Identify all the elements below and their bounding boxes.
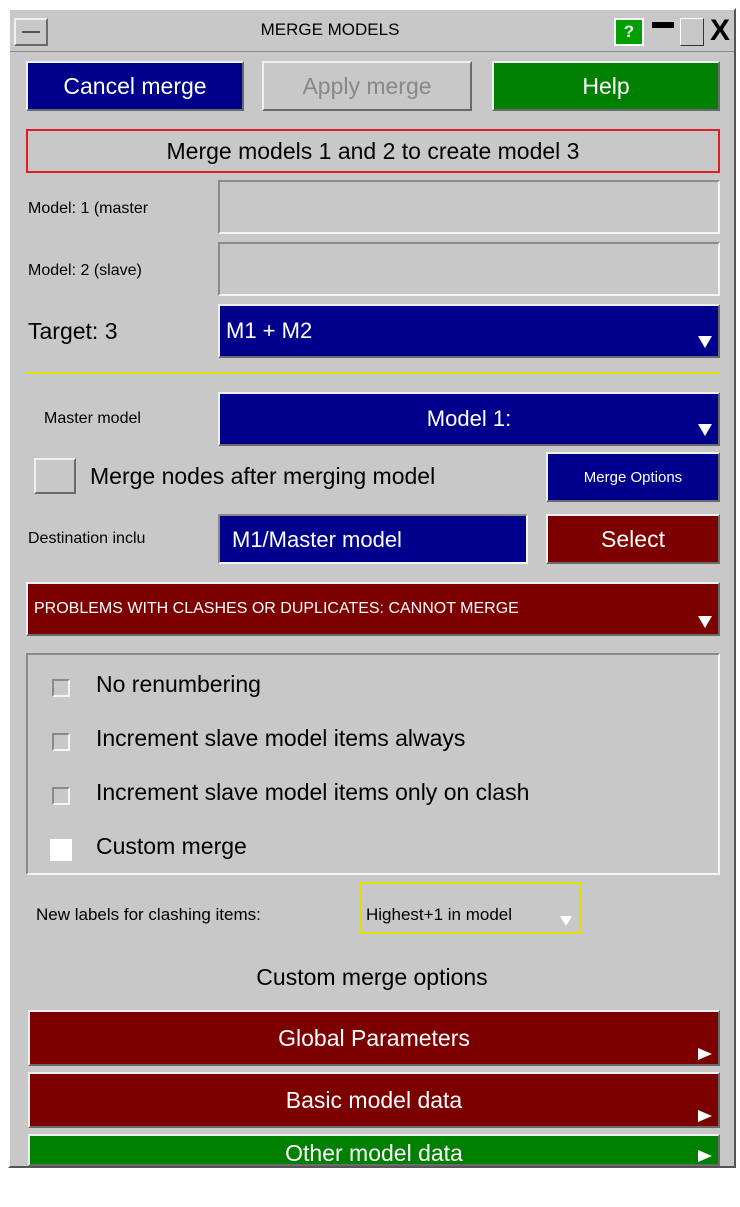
minimize-icon[interactable] (650, 18, 676, 46)
window-menu-button[interactable] (14, 18, 48, 46)
close-icon[interactable]: X (706, 14, 734, 48)
maximize-icon[interactable] (680, 18, 704, 46)
merge-nodes-checkbox[interactable] (34, 458, 76, 494)
global-parameters-button[interactable]: Global Parameters (28, 1010, 720, 1066)
expand-arrow-icon (698, 1110, 712, 1122)
no-renumbering-label: No renumbering (96, 671, 261, 697)
status-message: Merge models 1 and 2 to create model 3 (26, 129, 720, 173)
master-model-value: Model 1: (426, 406, 512, 431)
global-parameters-label: Global Parameters (278, 1025, 470, 1051)
master-model-dropdown[interactable]: Model 1: (218, 392, 720, 446)
window-menu-icon (22, 31, 40, 33)
basic-model-data-button[interactable]: Basic model data (28, 1072, 720, 1128)
custom-merge-label: Custom merge (96, 833, 247, 859)
clash-labels-dropdown[interactable]: Highest+1 in model (360, 882, 582, 934)
increment-always-checkbox[interactable] (52, 733, 70, 751)
target-dropdown[interactable]: M1 + M2 (218, 304, 720, 358)
clash-labels-value: Highest+1 in model (366, 905, 513, 924)
section-divider (26, 372, 720, 374)
other-model-data-label: Other model data (285, 1140, 463, 1166)
model-2-field[interactable] (218, 242, 720, 296)
custom-merge-checkbox[interactable] (50, 839, 72, 861)
increment-always-label: Increment slave model items always (96, 725, 466, 751)
help-button[interactable]: Help (492, 61, 720, 111)
merge-models-window: MERGE MODELS ? X Cancel merge Apply merg… (8, 8, 736, 1168)
clash-labels-label: New labels for clashing items: (36, 905, 261, 924)
dropdown-arrow-icon (698, 336, 712, 348)
renumber-options-group: No renumbering Increment slave model ite… (26, 653, 720, 875)
window-title: MERGE MODELS (260, 20, 400, 39)
problems-dropdown[interactable]: PROBLEMS WITH CLASHES OR DUPLICATES: CAN… (26, 582, 720, 636)
help-icon[interactable]: ? (614, 18, 644, 46)
basic-model-data-label: Basic model data (285, 1087, 463, 1113)
destination-label: Destination inclu (28, 530, 146, 547)
expand-arrow-icon (698, 1048, 712, 1060)
expand-arrow-icon (698, 1150, 712, 1162)
model-1-field[interactable] (218, 180, 720, 234)
apply-merge-button[interactable]: Apply merge (262, 61, 472, 111)
increment-on-clash-label: Increment slave model items only on clas… (96, 779, 530, 805)
master-model-label: Master model (44, 410, 141, 427)
model-1-label: Model: 1 (master (28, 200, 149, 217)
custom-merge-heading: Custom merge options (256, 964, 488, 990)
dropdown-arrow-icon (698, 424, 712, 436)
no-renumbering-checkbox[interactable] (52, 679, 70, 697)
merge-nodes-label: Merge nodes after merging model (90, 463, 436, 489)
increment-on-clash-checkbox[interactable] (52, 787, 70, 805)
cancel-merge-button[interactable]: Cancel merge (26, 61, 244, 111)
problems-text: PROBLEMS WITH CLASHES OR DUPLICATES: CAN… (34, 600, 519, 617)
destination-field[interactable]: M1/Master model (218, 514, 528, 564)
title-bar: MERGE MODELS ? X (10, 10, 734, 52)
model-2-label: Model: 2 (slave) (28, 262, 142, 279)
dropdown-arrow-icon (698, 616, 712, 628)
select-button[interactable]: Select (546, 514, 720, 564)
destination-value: M1/Master model (232, 527, 402, 552)
merge-options-button[interactable]: Merge Options (546, 452, 720, 502)
dropdown-arrow-icon (560, 916, 572, 926)
target-label: Target: 3 (28, 318, 118, 344)
other-model-data-button[interactable]: Other model data (28, 1134, 720, 1166)
target-value: M1 + M2 (226, 318, 313, 343)
